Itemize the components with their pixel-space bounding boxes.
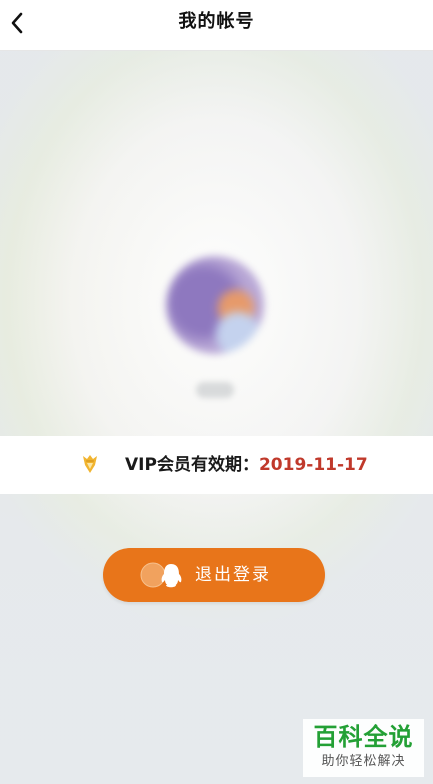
- avatar: [166, 256, 264, 354]
- logout-label: 退出登录: [195, 565, 271, 585]
- watermark-main-text: 百科全说: [313, 723, 414, 751]
- page-title: 我的帐号: [178, 11, 255, 32]
- username-blurred: [196, 382, 234, 398]
- top-bar: 我的帐号: [0, 0, 433, 51]
- watermark-sub-text: 助你轻松解决: [321, 754, 406, 769]
- watermark-logo: 百科全说 助你轻松解决: [303, 719, 424, 777]
- vip-expiry-date: 2019-11-17: [258, 455, 368, 475]
- account-page: 我的帐号 VIP会员有效期：2019-11-17 退出登录 百科全说 助你轻松解…: [0, 0, 433, 784]
- qq-penguin-icon: [140, 562, 182, 588]
- vip-expiry-row: VIP会员有效期：2019-11-17: [0, 436, 433, 494]
- vip-expiry-label: VIP会员有效期：: [125, 455, 259, 475]
- vip-badge-icon: [83, 455, 97, 473]
- vip-expiry-text: VIP会员有效期：2019-11-17: [125, 436, 368, 494]
- logout-button[interactable]: 退出登录: [103, 548, 325, 602]
